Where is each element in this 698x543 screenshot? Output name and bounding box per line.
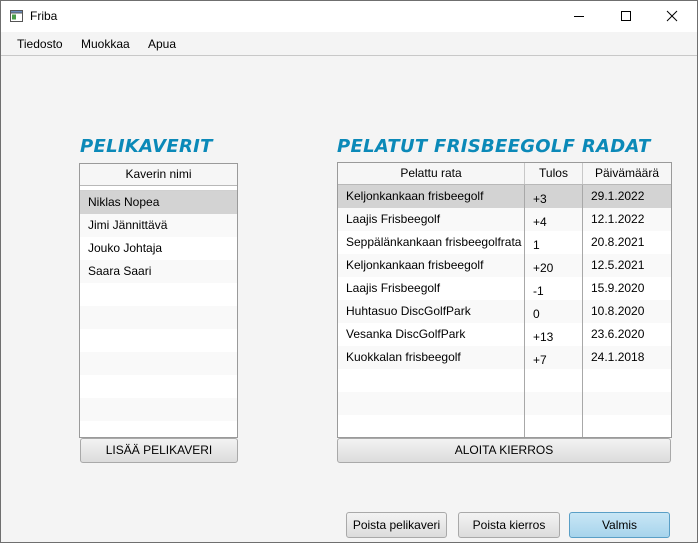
close-button[interactable] [650, 1, 696, 32]
column-header-friend-name[interactable]: Kaverin nimi [80, 164, 237, 185]
date-cell: 12.5.2021 [591, 258, 645, 272]
courses-table-header: Pelattu rata Tulos Päivämäärä [338, 163, 671, 185]
friend-row[interactable]: Jimi Jännittävä [80, 214, 237, 237]
friends-heading: PELIKAVERIT [80, 136, 213, 157]
course-row[interactable]: Keljonkankaan frisbeegolf +3 29.1.2022 [338, 185, 671, 208]
course-name-cell: Keljonkankaan frisbeegolf [346, 258, 484, 272]
done-button[interactable]: Valmis [569, 512, 670, 538]
column-header-date[interactable]: Päivämäärä [583, 163, 671, 184]
add-friend-button[interactable]: LISÄÄ PELIKAVERI [80, 438, 238, 463]
friend-row[interactable]: Saara Saari [80, 260, 237, 283]
friend-name-cell: Saara Saari [88, 264, 152, 278]
app-window: Friba Tiedosto Muokkaa Apua PELIKAVERIT … [0, 0, 698, 543]
course-row[interactable]: Keljonkankaan frisbeegolf +20 12.5.2021 [338, 254, 671, 277]
course-name-cell: Laajis Frisbeegolf [346, 281, 441, 295]
course-row[interactable]: Kuokkalan frisbeegolf +7 24.1.2018 [338, 346, 671, 369]
empty-row [80, 398, 237, 421]
friend-row[interactable]: Jouko Johtaja [80, 237, 237, 260]
course-name-cell: Vesanka DiscGolfPark [346, 327, 466, 341]
friends-table-body: Niklas Nopea Jimi Jännittävä Jouko Johta… [80, 191, 237, 437]
remove-round-button[interactable]: Poista kierros [458, 512, 560, 538]
courses-table[interactable]: Pelattu rata Tulos Päivämäärä Keljonkank… [337, 162, 672, 438]
friend-name-cell: Jouko Johtaja [88, 241, 163, 255]
course-name-cell: Keljonkankaan frisbeegolf [346, 189, 484, 203]
empty-row [80, 329, 237, 352]
column-header-result[interactable]: Tulos [525, 163, 583, 184]
course-name-cell: Kuokkalan frisbeegolf [346, 350, 461, 364]
date-cell: 10.8.2020 [591, 304, 645, 318]
course-row[interactable]: Huhtasuo DiscGolfPark 0 10.8.2020 [338, 300, 671, 323]
date-cell: 24.1.2018 [591, 350, 645, 364]
app-icon [10, 10, 23, 22]
close-icon [666, 10, 678, 22]
course-rows: Keljonkankaan frisbeegolf +3 29.1.2022 L… [338, 185, 671, 437]
courses-heading: PELATUT FRISBEEGOLF RADAT [337, 136, 651, 157]
friends-table-header: Kaverin nimi [80, 164, 237, 186]
course-name-cell: Seppälänkankaan frisbeegolfrata [346, 235, 522, 249]
maximize-icon [621, 11, 631, 21]
empty-row [80, 306, 237, 329]
empty-row [80, 375, 237, 398]
friend-name-cell: Jimi Jännittävä [88, 218, 168, 232]
menu-muokkaa[interactable]: Muokkaa [81, 37, 130, 51]
date-cell: 23.6.2020 [591, 327, 645, 341]
course-name-cell: Laajis Frisbeegolf [346, 212, 441, 226]
remove-friend-button[interactable]: Poista pelikaveri [346, 512, 447, 538]
window-title: Friba [30, 9, 58, 23]
title-bar[interactable]: Friba [1, 1, 697, 32]
friends-table[interactable]: Kaverin nimi Niklas Nopea Jimi Jännittäv… [79, 163, 238, 438]
menu-apua[interactable]: Apua [148, 37, 176, 51]
course-row[interactable]: Vesanka DiscGolfPark +13 23.6.2020 [338, 323, 671, 346]
empty-row [80, 352, 237, 375]
column-divider [524, 185, 525, 437]
friend-row[interactable]: Niklas Nopea [80, 191, 237, 214]
date-cell: 29.1.2022 [591, 189, 645, 203]
empty-row [338, 392, 671, 415]
start-round-button[interactable]: ALOITA KIERROS [337, 438, 671, 463]
date-cell: 15.9.2020 [591, 281, 645, 295]
menu-tiedosto[interactable]: Tiedosto [17, 37, 63, 51]
empty-row [80, 283, 237, 306]
date-cell: 12.1.2022 [591, 212, 645, 226]
course-row[interactable]: Laajis Frisbeegolf +4 12.1.2022 [338, 208, 671, 231]
minimize-button[interactable] [557, 1, 603, 32]
maximize-button[interactable] [604, 1, 650, 32]
empty-row [80, 421, 237, 437]
date-cell: 20.8.2021 [591, 235, 645, 249]
course-row[interactable]: Seppälänkankaan frisbeegolfrata 1 20.8.2… [338, 231, 671, 254]
friend-name-cell: Niklas Nopea [88, 195, 160, 209]
course-row[interactable]: Laajis Frisbeegolf -1 15.9.2020 [338, 277, 671, 300]
empty-row [338, 415, 671, 437]
minimize-icon [574, 16, 584, 17]
course-name-cell: Huhtasuo DiscGolfPark [346, 304, 471, 318]
menu-bar: Tiedosto Muokkaa Apua [1, 32, 697, 56]
column-divider [582, 185, 583, 437]
empty-row [338, 369, 671, 392]
column-header-course[interactable]: Pelattu rata [338, 163, 525, 184]
